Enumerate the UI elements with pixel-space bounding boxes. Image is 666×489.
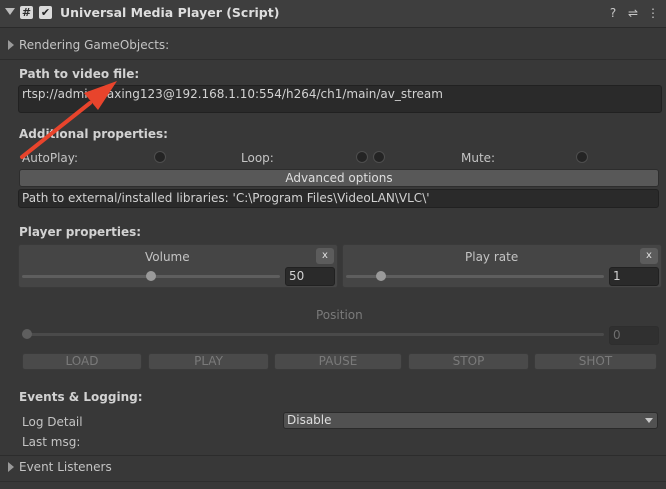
red-arrow-annotation-icon [20,81,117,159]
